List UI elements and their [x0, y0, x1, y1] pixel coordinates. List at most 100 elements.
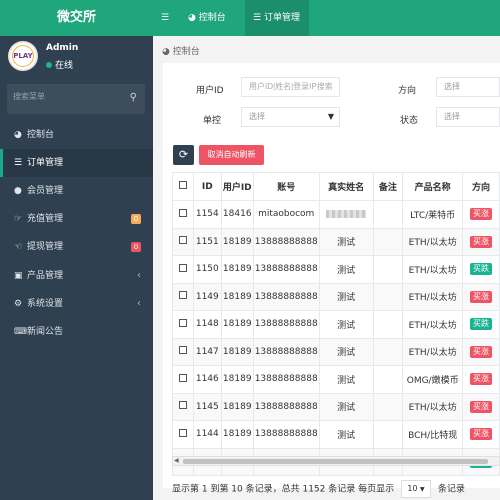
cell-user-id: 18189	[220, 392, 254, 421]
tab-dashboard[interactable]: ◕ 控制台	[188, 0, 248, 36]
row-checkbox[interactable]	[178, 401, 187, 410]
keyboard-icon: ⌨	[14, 327, 27, 337]
column-header[interactable]: ID	[192, 172, 222, 201]
cell-account: 13888888888	[252, 337, 320, 366]
search-icon[interactable]: ⚲	[130, 92, 137, 103]
brand-title[interactable]: 微交所	[0, 0, 153, 36]
cancel-auto-refresh-button[interactable]: 取消自动刷新	[199, 145, 264, 165]
cell-user-id: 18416	[220, 200, 254, 229]
row-checkbox[interactable]	[178, 428, 187, 437]
cell-account: 13888888888	[252, 392, 320, 421]
direction-badge: 买涨	[470, 208, 493, 221]
sidebar-item-news[interactable]: ⌨新闻公告	[0, 318, 153, 346]
select-all-checkbox[interactable]	[178, 181, 187, 189]
cell-user-id: 18189	[220, 337, 254, 366]
cell-product: ETH/以太坊	[402, 227, 464, 256]
user-id-input[interactable]	[249, 82, 332, 91]
table-row[interactable]: 1154 18416 mitaobocom LTC/莱特币 买涨	[172, 200, 500, 229]
sidebar-item-members[interactable]: ● 会员管理	[0, 177, 153, 205]
row-checkbox[interactable]	[178, 236, 187, 245]
cell-note	[372, 255, 404, 284]
search-input[interactable]	[13, 92, 123, 101]
cell-note	[372, 392, 404, 421]
chevron-left-icon: ‹	[137, 298, 141, 309]
user-name[interactable]: Admin	[46, 43, 78, 53]
column-header[interactable]: 用户ID	[220, 172, 254, 201]
row-checkbox[interactable]	[178, 208, 187, 217]
row-checkbox[interactable]	[178, 373, 187, 382]
cell-product: ETH/以太坊	[402, 337, 464, 366]
row-checkbox[interactable]	[178, 318, 187, 327]
cell-real-name: 测试	[318, 420, 374, 449]
table-row[interactable]: 1149 18189 13888888888 测试 ETH/以太坊 买涨	[172, 282, 500, 311]
cell-product: BCH/比特现	[402, 420, 464, 449]
user-id-field[interactable]	[241, 77, 340, 97]
table-row[interactable]: 1151 18189 13888888888 测试 ETH/以太坊 买涨	[172, 227, 500, 256]
cell-real-name: 测试	[318, 365, 374, 394]
table-row[interactable]: 1147 18189 13888888888 测试 ETH/以太坊 买涨	[172, 337, 500, 366]
cell-real-name	[318, 200, 374, 229]
sidebar-item-products[interactable]: ▣ 产品管理 ‹	[0, 262, 153, 290]
breadcrumb-text[interactable]: 控制台	[173, 47, 200, 57]
cell-note	[372, 310, 404, 339]
row-checkbox[interactable]	[178, 263, 187, 272]
single-control-select[interactable]: 选择 ▼	[241, 107, 340, 127]
column-header[interactable]: 产品名称	[402, 172, 464, 201]
horizontal-scrollbar[interactable]: ◀	[172, 456, 500, 466]
tab-orders[interactable]: ☰ 订单管理	[245, 0, 309, 36]
row-select-cell	[172, 282, 194, 311]
page-size-select[interactable]: 10 ▼	[401, 480, 431, 498]
sidebar-item-label: 系统设置	[27, 299, 64, 309]
cell-id: 1151	[192, 227, 222, 256]
cell-direction: 买跌	[462, 255, 500, 284]
table-row[interactable]: 1148 18189 13888888888 测试 ETH/以太坊 买跌	[172, 310, 500, 339]
sidebar-item-recharge[interactable]: ☞ 充值管理 0	[0, 205, 153, 233]
column-header[interactable]: 方向	[462, 172, 500, 201]
cell-real-name: 测试	[318, 392, 374, 421]
direction-select[interactable]: 选择	[436, 77, 500, 97]
pagination-summary: 显示第 1 到第 10 条记录，总共 1152 条记录 每页显示	[172, 484, 395, 495]
row-checkbox[interactable]	[178, 291, 187, 300]
status-select[interactable]: 选择	[436, 107, 500, 127]
refresh-button[interactable]: ⟳	[173, 145, 194, 165]
table-row[interactable]: 1146 18189 13888888888 测试 OMG/嫩模币 买涨	[172, 365, 500, 394]
cell-real-name: 测试	[318, 255, 374, 284]
scrollbar-thumb[interactable]	[183, 459, 488, 464]
dashboard-icon: ◕	[188, 13, 196, 23]
column-header[interactable]: 账号	[252, 172, 320, 201]
table-row[interactable]: 1144 18189 13888888888 测试 BCH/比特现 买涨	[172, 420, 500, 449]
redacted-name-block	[326, 209, 367, 218]
row-select-cell	[172, 420, 194, 449]
cell-direction: 买涨	[462, 420, 500, 449]
cell-product: ETH/以太坊	[402, 255, 464, 284]
direction-badge: 买跌	[470, 263, 493, 276]
cell-note	[372, 365, 404, 394]
sidebar-item-settings[interactable]: ⚙ 系统设置 ‹	[0, 290, 153, 318]
caret-down-icon: ▼	[327, 112, 334, 121]
sidebar-item-label: 新闻公告	[27, 327, 64, 337]
cell-note	[372, 227, 404, 256]
table-row[interactable]: 1145 18189 13888888888 测试 ETH/以太坊 买涨	[172, 392, 500, 421]
cell-direction: 买涨	[462, 392, 500, 421]
sidebar-item-dashboard[interactable]: ◕ 控制台	[0, 121, 153, 149]
refresh-icon: ⟳	[178, 148, 189, 161]
select-all-cell	[172, 172, 194, 201]
cell-account: 13888888888	[252, 282, 320, 311]
hamburger-icon: ☰	[160, 13, 170, 23]
sidebar-item-label: 会员管理	[27, 186, 64, 196]
direction-badge: 买涨	[470, 428, 493, 441]
avatar[interactable]: PLAY	[8, 41, 38, 71]
cell-id: 1145	[192, 392, 222, 421]
cell-id: 1149	[192, 282, 222, 311]
sidebar-item-orders[interactable]: ☰ 订单管理	[0, 149, 153, 177]
menu-toggle-button[interactable]: ☰	[153, 0, 177, 36]
orders-table: ID 用户ID 账号 真实姓名 备注 产品名称 方向 1154 18416 mita…	[172, 172, 500, 476]
cell-real-name: 测试	[318, 227, 374, 256]
sidebar-item-withdraw[interactable]: ☜ 提现管理 0	[0, 233, 153, 261]
column-header[interactable]: 真实姓名	[318, 172, 374, 201]
table-row[interactable]: 1150 18189 13888888888 测试 ETH/以太坊 买跌	[172, 255, 500, 284]
column-header[interactable]: 备注	[372, 172, 404, 201]
row-checkbox[interactable]	[178, 346, 187, 355]
cell-account: 13888888888	[252, 310, 320, 339]
scroll-left-icon[interactable]: ◀	[174, 457, 179, 465]
